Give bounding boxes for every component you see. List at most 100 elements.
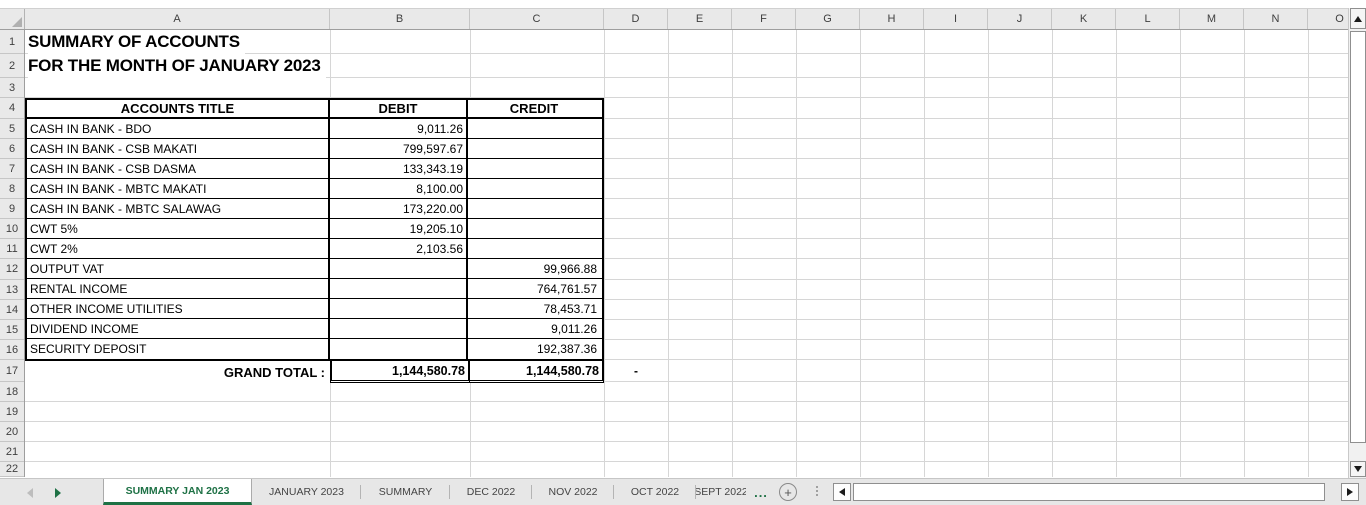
report-title[interactable]: SUMMARY OF ACCOUNTS — [28, 30, 245, 54]
row-header[interactable]: 19 — [0, 402, 24, 422]
debit-cell[interactable] — [330, 319, 468, 338]
row-header[interactable]: 16 — [0, 340, 24, 360]
sheet-tab[interactable]: SUMMARY JAN 2023 — [103, 479, 252, 505]
account-title-cell[interactable]: CASH IN BANK - CSB MAKATI — [27, 139, 330, 158]
account-title-cell[interactable]: CWT 2% — [27, 239, 330, 258]
row-header[interactable]: 13 — [0, 280, 24, 300]
column-header[interactable]: C — [470, 9, 604, 29]
credit-header[interactable]: CREDIT — [468, 100, 600, 117]
column-header[interactable]: M — [1180, 9, 1244, 29]
column-header[interactable]: H — [860, 9, 924, 29]
row-header[interactable]: 6 — [0, 139, 24, 159]
horizontal-scrollbar-track[interactable] — [1325, 483, 1341, 501]
row-header[interactable]: 3 — [0, 78, 24, 98]
row-header[interactable]: 1 — [0, 30, 24, 54]
account-title-cell[interactable]: RENTAL INCOME — [27, 279, 330, 298]
row-header[interactable]: 22 — [0, 462, 24, 477]
grand-total-label[interactable]: GRAND TOTAL : — [25, 361, 330, 383]
grand-total-debit[interactable]: 1,144,580.78 — [330, 361, 470, 383]
account-title-cell[interactable]: CWT 5% — [27, 219, 330, 238]
debit-cell[interactable]: 799,597.67 — [330, 139, 468, 158]
sheet-tab[interactable]: SEPT 2022 — [696, 479, 746, 505]
credit-cell[interactable] — [468, 219, 600, 238]
scroll-down-button[interactable] — [1350, 461, 1366, 477]
vertical-scrollbar[interactable] — [1348, 8, 1366, 478]
row-header[interactable]: 7 — [0, 159, 24, 179]
grand-total-credit[interactable]: 1,144,580.78 — [470, 361, 604, 383]
row-header[interactable]: 4 — [0, 98, 24, 119]
column-header[interactable]: A — [25, 9, 330, 29]
account-title-cell[interactable]: OUTPUT VAT — [27, 259, 330, 278]
debit-header[interactable]: DEBIT — [330, 100, 468, 117]
difference-cell[interactable]: - — [604, 360, 668, 382]
sheet-tab[interactable]: SUMMARY — [361, 479, 450, 505]
row-header[interactable]: 11 — [0, 239, 24, 259]
row-header[interactable]: 18 — [0, 382, 24, 402]
tab-scroll-right-button[interactable] — [52, 487, 64, 499]
column-header[interactable]: K — [1052, 9, 1116, 29]
add-sheet-button[interactable]: + — [779, 483, 797, 501]
account-title-cell[interactable]: CASH IN BANK - MBTC SALAWAG — [27, 199, 330, 218]
debit-cell[interactable]: 9,011.26 — [330, 119, 468, 138]
credit-cell[interactable] — [468, 199, 600, 218]
row-header[interactable]: 17 — [0, 360, 24, 382]
row-header[interactable]: 15 — [0, 320, 24, 340]
row-header[interactable]: 9 — [0, 199, 24, 219]
account-title-cell[interactable]: CASH IN BANK - BDO — [27, 119, 330, 138]
scroll-right-button[interactable] — [1341, 483, 1359, 501]
credit-cell[interactable]: 99,966.88 — [468, 259, 600, 278]
column-header[interactable]: N — [1244, 9, 1308, 29]
account-title-cell[interactable]: CASH IN BANK - MBTC MAKATI — [27, 179, 330, 198]
debit-cell[interactable]: 2,103.56 — [330, 239, 468, 258]
sheet-tab[interactable]: JANUARY 2023 — [252, 479, 361, 505]
row-header[interactable]: 12 — [0, 259, 24, 280]
debit-cell[interactable]: 173,220.00 — [330, 199, 468, 218]
debit-cell[interactable]: 133,343.19 — [330, 159, 468, 178]
sheet-tab[interactable]: DEC 2022 — [450, 479, 532, 505]
drag-handle-dots[interactable] — [816, 486, 818, 496]
column-header[interactable]: O — [1308, 9, 1348, 29]
debit-cell[interactable] — [330, 259, 468, 278]
credit-cell[interactable]: 9,011.26 — [468, 319, 600, 338]
row-header[interactable]: 2 — [0, 54, 24, 78]
column-header[interactable]: L — [1116, 9, 1180, 29]
row-header[interactable]: 14 — [0, 300, 24, 320]
row-header[interactable]: 5 — [0, 119, 24, 139]
column-header[interactable]: G — [796, 9, 860, 29]
row-header[interactable]: 21 — [0, 442, 24, 462]
account-title-cell[interactable]: CASH IN BANK - CSB DASMA — [27, 159, 330, 178]
credit-cell[interactable]: 78,453.71 — [468, 299, 600, 318]
row-header[interactable]: 10 — [0, 219, 24, 239]
debit-cell[interactable]: 8,100.00 — [330, 179, 468, 198]
credit-cell[interactable]: 764,761.57 — [468, 279, 600, 298]
column-header[interactable]: J — [988, 9, 1052, 29]
horizontal-scrollbar-thumb[interactable] — [853, 483, 1325, 501]
debit-cell[interactable] — [330, 339, 468, 359]
scroll-left-button[interactable] — [833, 483, 851, 501]
tab-scroll-left-button[interactable] — [24, 487, 36, 499]
account-title-cell[interactable]: SECURITY DEPOSIT — [27, 339, 330, 359]
vertical-scrollbar-thumb[interactable] — [1350, 31, 1366, 443]
column-header[interactable]: D — [604, 9, 668, 29]
report-period[interactable]: FOR THE MONTH OF JANUARY 2023 — [28, 54, 326, 78]
select-all-button[interactable] — [0, 9, 25, 29]
debit-cell[interactable] — [330, 299, 468, 318]
accounts-title-header[interactable]: ACCOUNTS TITLE — [27, 100, 330, 117]
debit-cell[interactable] — [330, 279, 468, 298]
credit-cell[interactable] — [468, 159, 600, 178]
sheet-tab[interactable]: NOV 2022 — [532, 479, 614, 505]
account-title-cell[interactable]: DIVIDEND INCOME — [27, 319, 330, 338]
account-title-cell[interactable]: OTHER INCOME UTILITIES — [27, 299, 330, 318]
hidden-tabs-ellipsis[interactable]: ... — [750, 479, 772, 505]
column-header[interactable]: B — [330, 9, 470, 29]
credit-cell[interactable] — [468, 139, 600, 158]
sheet-tab[interactable]: OCT 2022 — [614, 479, 696, 505]
credit-cell[interactable] — [468, 179, 600, 198]
credit-cell[interactable] — [468, 119, 600, 138]
row-header[interactable]: 20 — [0, 422, 24, 442]
debit-cell[interactable]: 19,205.10 — [330, 219, 468, 238]
column-header[interactable]: E — [668, 9, 732, 29]
row-header[interactable]: 8 — [0, 179, 24, 199]
column-header[interactable]: I — [924, 9, 988, 29]
credit-cell[interactable] — [468, 239, 600, 258]
